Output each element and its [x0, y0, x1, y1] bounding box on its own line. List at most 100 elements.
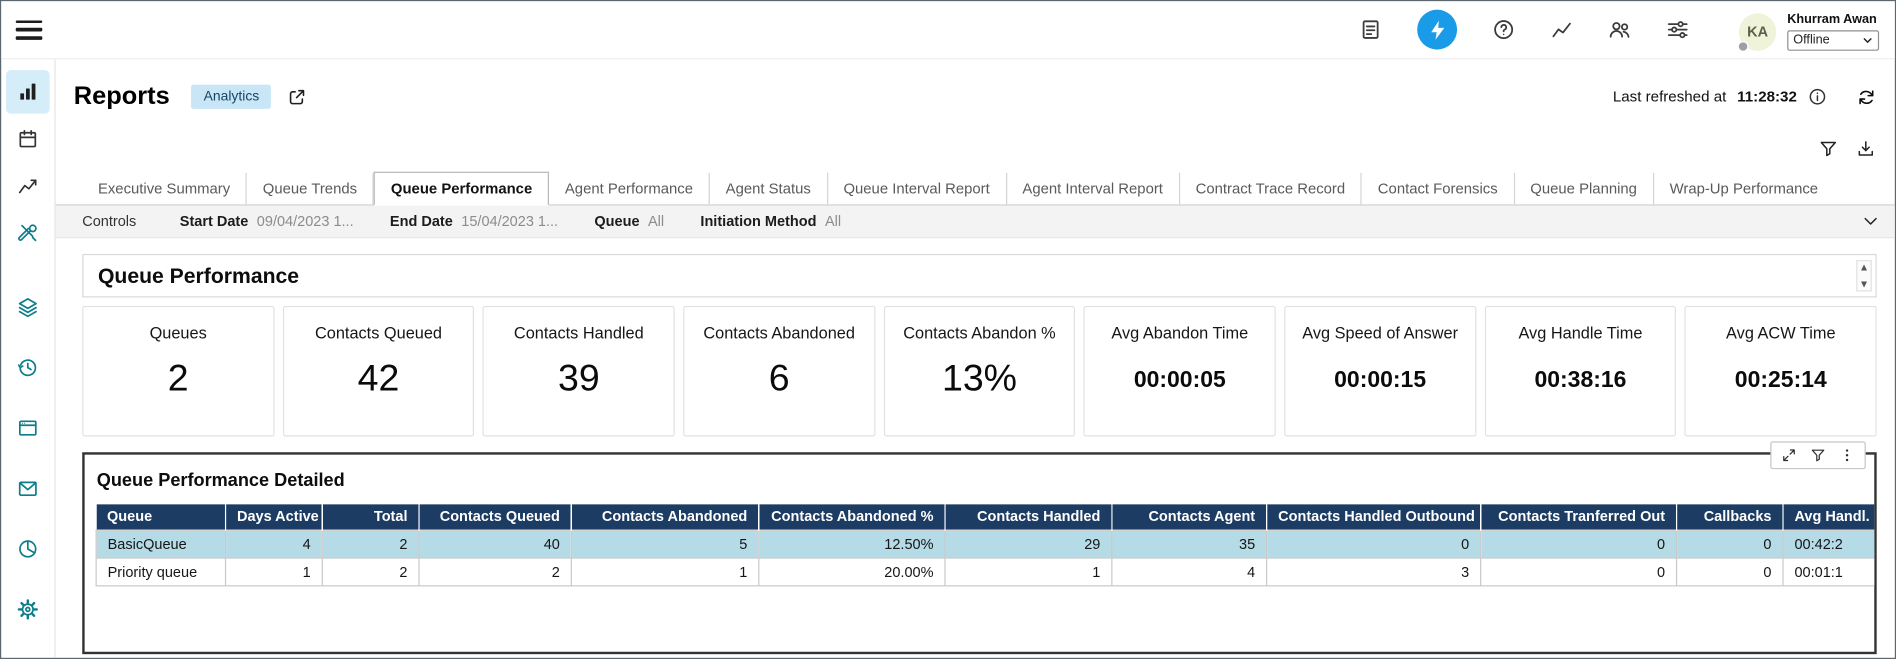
- kpi-contacts-handled: Contacts Handled 39: [483, 306, 675, 437]
- table-row[interactable]: Priority queue 1 2 2 1 20.00% 1 4 3 0 0: [96, 557, 1874, 585]
- bar-chart-icon: [17, 81, 39, 103]
- sidebar-item-layers[interactable]: [6, 285, 50, 329]
- tab-wrap-up-performance[interactable]: Wrap-Up Performance: [1654, 173, 1834, 204]
- scroll-up-icon[interactable]: ▲: [1861, 264, 1867, 272]
- table-cell[interactable]: 4: [1112, 557, 1267, 585]
- table-cell[interactable]: 0: [1481, 557, 1677, 585]
- tab-agent-status[interactable]: Agent Status: [710, 173, 828, 204]
- tab-executive-summary[interactable]: Executive Summary: [82, 173, 247, 204]
- sidebar-item-reports[interactable]: [6, 70, 50, 114]
- table-cell[interactable]: 20.00%: [759, 557, 945, 585]
- table-cell[interactable]: 3: [1267, 557, 1481, 585]
- layers-icon: [17, 296, 39, 318]
- table-cell[interactable]: 00:42:2: [1783, 530, 1874, 558]
- column-header[interactable]: Queue: [96, 504, 225, 529]
- kebab-icon[interactable]: [1839, 447, 1855, 463]
- sidebar-item-window[interactable]: [6, 406, 50, 450]
- tab-agent-interval-report[interactable]: Agent Interval Report: [1007, 173, 1180, 204]
- table-cell[interactable]: 1: [226, 557, 323, 585]
- scroll-spinner[interactable]: ▲ ▼: [1856, 260, 1872, 291]
- kpi-avg-abandon-time: Avg Abandon Time 00:00:05: [1084, 306, 1276, 437]
- table-row[interactable]: BasicQueue 4 2 40 5 12.50% 29 35 0 0 0: [96, 530, 1874, 558]
- table-cell[interactable]: 40: [419, 530, 571, 558]
- table-cell[interactable]: BasicQueue: [96, 530, 225, 558]
- table-cell[interactable]: 0: [1481, 530, 1677, 558]
- table-clip: Queue Days Active Total Contacts Queued …: [96, 504, 1875, 586]
- table-cell[interactable]: 0: [1267, 530, 1481, 558]
- table-cell[interactable]: 2: [322, 530, 419, 558]
- expand-icon[interactable]: [1781, 447, 1797, 463]
- column-header[interactable]: Contacts Abandoned %: [759, 504, 945, 529]
- control-queue[interactable]: QueueAll: [594, 213, 664, 230]
- kpi-contacts-queued: Contacts Queued 42: [283, 306, 475, 437]
- table-header-row: Queue Days Active Total Contacts Queued …: [96, 504, 1874, 529]
- sidebar-item-tools[interactable]: [6, 212, 50, 256]
- tab-contact-forensics[interactable]: Contact Forensics: [1362, 173, 1514, 204]
- column-header[interactable]: Total: [322, 504, 419, 529]
- sidebar-item-metrics[interactable]: [6, 164, 50, 208]
- menu-icon[interactable]: [16, 20, 43, 39]
- control-end-date[interactable]: End Date15/04/2023 1...: [390, 213, 558, 230]
- mail-icon: [17, 478, 39, 500]
- status-select[interactable]: Offline: [1787, 30, 1879, 51]
- table-cell[interactable]: 2: [322, 557, 419, 585]
- table-cell[interactable]: 35: [1112, 530, 1267, 558]
- help-icon[interactable]: [1492, 18, 1515, 41]
- sidebar-item-calendar[interactable]: [6, 117, 50, 161]
- tab-queue-interval-report[interactable]: Queue Interval Report: [828, 173, 1007, 204]
- tab-agent-performance[interactable]: Agent Performance: [549, 173, 710, 204]
- table-cell[interactable]: 0: [1677, 530, 1783, 558]
- table-cell[interactable]: 00:01:1: [1783, 557, 1874, 585]
- refresh-icon[interactable]: [1856, 86, 1877, 107]
- control-initiation-method[interactable]: Initiation MethodAll: [700, 213, 841, 230]
- table-cell[interactable]: 12.50%: [759, 530, 945, 558]
- table-cell[interactable]: Priority queue: [96, 557, 225, 585]
- tab-queue-planning[interactable]: Queue Planning: [1515, 173, 1654, 204]
- report-tabs: Executive Summary Queue Trends Queue Per…: [56, 172, 1895, 206]
- analytics-badge: Analytics: [191, 85, 271, 109]
- queue-performance-table: Queue Days Active Total Contacts Queued …: [96, 504, 1875, 586]
- table-cell[interactable]: 29: [945, 530, 1112, 558]
- chevron-down-icon[interactable]: [1861, 212, 1880, 231]
- sidebar-item-settings[interactable]: [6, 588, 50, 632]
- scroll-down-icon[interactable]: ▼: [1861, 280, 1867, 288]
- flash-icon[interactable]: [1417, 10, 1457, 50]
- controls-label: Controls: [82, 213, 136, 230]
- column-header[interactable]: Callbacks: [1677, 504, 1783, 529]
- kpi-contacts-abandon-pct: Contacts Abandon % 13%: [884, 306, 1076, 437]
- sidebar-item-mail[interactable]: [6, 467, 50, 511]
- column-header[interactable]: Contacts Abandoned: [571, 504, 758, 529]
- external-link-icon[interactable]: [287, 86, 308, 107]
- notes-icon[interactable]: [1359, 18, 1382, 41]
- column-header[interactable]: Days Active: [226, 504, 323, 529]
- column-header[interactable]: Contacts Tranferred Out: [1481, 504, 1677, 529]
- table-cell[interactable]: 4: [226, 530, 323, 558]
- table-cell[interactable]: 1: [571, 557, 758, 585]
- sidebar-item-pie[interactable]: [6, 527, 50, 571]
- history-icon: [17, 357, 39, 379]
- tab-queue-performance[interactable]: Queue Performance: [374, 172, 549, 206]
- tab-queue-trends[interactable]: Queue Trends: [247, 173, 374, 204]
- sliders-icon[interactable]: [1666, 18, 1689, 41]
- filter-icon[interactable]: [1810, 447, 1826, 463]
- metrics-icon[interactable]: [1550, 18, 1573, 41]
- column-header[interactable]: Contacts Agent: [1112, 504, 1267, 529]
- table-cell[interactable]: 2: [419, 557, 571, 585]
- control-start-date[interactable]: Start Date09/04/2023 1...: [180, 213, 354, 230]
- column-header[interactable]: Avg Handl.: [1783, 504, 1874, 529]
- download-icon[interactable]: [1856, 139, 1875, 158]
- column-header[interactable]: Contacts Queued: [419, 504, 571, 529]
- sidebar-item-history[interactable]: [6, 346, 50, 390]
- column-header[interactable]: Contacts Handled Outbound: [1267, 504, 1481, 529]
- info-icon[interactable]: [1808, 87, 1827, 106]
- column-header[interactable]: Contacts Handled: [945, 504, 1112, 529]
- queue-performance-detailed-panel: Queue Performance Detailed Queue Days Ac…: [82, 452, 1876, 654]
- tab-contract-trace-record[interactable]: Contract Trace Record: [1180, 173, 1362, 204]
- table-cell[interactable]: 0: [1677, 557, 1783, 585]
- table-cell[interactable]: 5: [571, 530, 758, 558]
- filter-icon[interactable]: [1819, 139, 1838, 158]
- pie-chart-icon: [17, 538, 39, 560]
- users-icon[interactable]: [1608, 18, 1631, 41]
- avatar[interactable]: KA: [1739, 13, 1776, 50]
- table-cell[interactable]: 1: [945, 557, 1112, 585]
